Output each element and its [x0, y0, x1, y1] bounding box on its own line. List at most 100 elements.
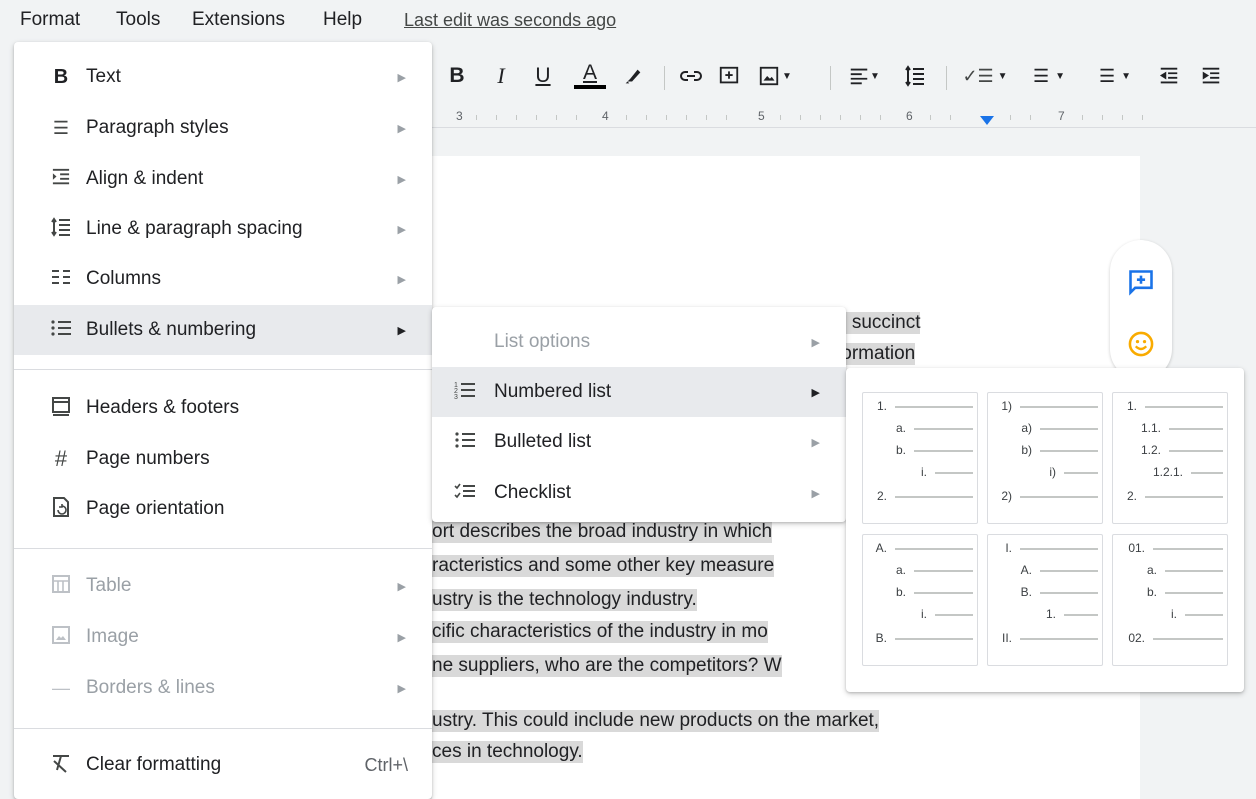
list-marker: b. — [895, 443, 906, 457]
list-line — [1064, 472, 1098, 474]
list-marker: 01. — [1128, 541, 1145, 555]
toolbar-divider — [664, 66, 665, 90]
decrease-indent-button[interactable] — [1154, 56, 1184, 96]
align-button[interactable]: ▼ — [842, 56, 886, 96]
list-line — [914, 450, 973, 452]
bold-button[interactable]: B — [444, 56, 470, 96]
link-button[interactable] — [676, 56, 706, 96]
increase-indent-button[interactable] — [1196, 56, 1226, 96]
list-line — [1040, 450, 1098, 452]
menu-item-bullets-numbering[interactable]: Bullets & numbering ▶ — [14, 305, 432, 355]
menu-item-paragraph-styles[interactable]: ☰ Paragraph styles ▶ — [14, 103, 432, 153]
image-icon — [48, 625, 74, 650]
menu-item-align-indent[interactable]: Align & indent ▶ — [14, 154, 432, 204]
submenu-arrow-icon: ▶ — [397, 122, 406, 135]
list-line — [1040, 592, 1098, 594]
keyboard-shortcut: Ctrl+\ — [364, 754, 408, 775]
list-marker: I. — [1005, 541, 1012, 555]
submenu-arrow-icon: ▶ — [397, 223, 406, 236]
menu-item-line-spacing[interactable]: Line & paragraph spacing ▶ — [14, 204, 432, 254]
checklist-button[interactable]: ✓☰ ▼ — [958, 56, 1012, 96]
highlight-button[interactable] — [618, 56, 648, 96]
document-text: cific characteristics of the industry in… — [432, 621, 768, 643]
bold-icon: B — [53, 65, 69, 88]
menu-format[interactable]: Format — [20, 9, 80, 31]
ruler-number: 7 — [1058, 109, 1065, 123]
ruler-tick — [1102, 115, 1103, 120]
list-line — [1165, 592, 1223, 594]
line-spacing-button[interactable] — [900, 56, 930, 96]
ruler-tick — [1142, 115, 1143, 120]
list-marker: a) — [1021, 421, 1032, 435]
list-line — [1040, 428, 1098, 430]
menu-item-table[interactable]: Table ▶ — [14, 561, 432, 611]
last-edit-link[interactable]: Last edit was seconds ago — [404, 10, 616, 31]
underline-button[interactable]: U — [530, 56, 556, 96]
document-text: racteristics and some other key measure — [432, 555, 775, 577]
numbered-list-preset-1[interactable]: 1. a. b. i. 2. — [862, 392, 978, 524]
document-text: ustry. This could include new products o… — [432, 710, 880, 732]
menu-item-clear-formatting[interactable]: Clear formatting Ctrl+\ — [14, 740, 432, 790]
list-line — [914, 570, 973, 572]
numbered-list-preset-6[interactable]: 01. a. b. i. 02. — [1112, 534, 1228, 666]
text-color-button[interactable]: A — [572, 56, 608, 96]
list-marker: II. — [1001, 631, 1012, 645]
add-emoji-reaction-icon[interactable] — [1127, 330, 1155, 358]
menu-tools[interactable]: Tools — [116, 9, 160, 31]
menu-help[interactable]: Help — [323, 9, 362, 31]
numbered-list-preset-4[interactable]: A. a. b. i. B. — [862, 534, 978, 666]
numbered-list-preset-5[interactable]: I. A. B. 1. II. — [987, 534, 1103, 666]
toolbar-divider — [946, 66, 947, 90]
bulleted-list-button[interactable]: ☰ ▼ — [1022, 56, 1076, 96]
menu-item-label: List options — [494, 331, 591, 352]
list-line — [895, 496, 973, 498]
menu-item-image[interactable]: Image ▶ — [14, 612, 432, 662]
submenu-arrow-icon: ▶ — [397, 580, 406, 593]
checklist-icon — [452, 482, 478, 505]
list-marker: b) — [1021, 443, 1032, 457]
add-comment-icon[interactable] — [1127, 268, 1155, 296]
menu-item-label: Clear formatting — [86, 754, 222, 775]
menu-item-page-numbers[interactable]: # Page numbers — [14, 434, 432, 484]
submenu-arrow-icon: ▶ — [397, 631, 406, 644]
menu-item-label: Columns — [86, 268, 161, 289]
menu-item-borders-lines[interactable]: — Borders & lines ▶ — [14, 663, 432, 713]
ruler-tick — [840, 115, 841, 120]
submenu-item-numbered-list[interactable]: 123 Numbered list ▶ — [432, 367, 846, 417]
list-line — [895, 638, 973, 640]
numbered-list-preset-2[interactable]: 1) a) b) i) 2) — [987, 392, 1103, 524]
italic-button[interactable]: I — [488, 56, 514, 96]
menu-item-label: Text — [86, 66, 121, 87]
submenu-arrow-icon: ▶ — [397, 324, 406, 337]
ruler-tick — [1122, 115, 1123, 120]
menu-item-columns[interactable]: Columns ▶ — [14, 254, 432, 304]
submenu-arrow-icon: ▶ — [811, 436, 820, 449]
list-marker: i. — [1171, 607, 1177, 621]
menu-extensions[interactable]: Extensions — [192, 9, 285, 31]
list-line — [1040, 570, 1098, 572]
submenu-item-bulleted-list[interactable]: Bulleted list ▶ — [432, 417, 846, 467]
submenu-arrow-icon: ▶ — [397, 682, 406, 695]
numbered-list-icon: 123 — [452, 380, 478, 405]
list-marker: b. — [895, 585, 906, 599]
list-marker: 1. — [1126, 399, 1137, 413]
list-line — [1191, 472, 1223, 474]
borders-icon: — — [52, 677, 70, 698]
submenu-item-checklist[interactable]: Checklist ▶ — [432, 468, 846, 518]
ruler-tick — [800, 115, 801, 120]
page-orientation-icon — [48, 496, 74, 523]
ruler-tick — [516, 115, 517, 120]
menu-item-headers-footers[interactable]: Headers & footers — [14, 383, 432, 433]
line-spacing-icon — [48, 216, 74, 242]
insert-image-button[interactable]: ▼ — [752, 56, 798, 96]
ruler[interactable]: 3 4 5 6 7 — [432, 106, 1256, 128]
right-indent-marker[interactable] — [980, 116, 994, 125]
insert-comment-button[interactable] — [714, 56, 744, 96]
numbered-list-preset-3[interactable]: 1. 1.1. 1.2. 1.2.1. 2. — [1112, 392, 1228, 524]
numbered-list-button[interactable]: ☰ ▼ — [1088, 56, 1142, 96]
list-marker: 1.2. — [1140, 443, 1161, 457]
ruler-number: 5 — [758, 109, 765, 123]
menu-item-page-orientation[interactable]: Page orientation — [14, 484, 432, 534]
menu-item-text[interactable]: B Text ▶ — [14, 52, 432, 102]
submenu-item-list-options[interactable]: List options ▶ — [432, 317, 846, 367]
